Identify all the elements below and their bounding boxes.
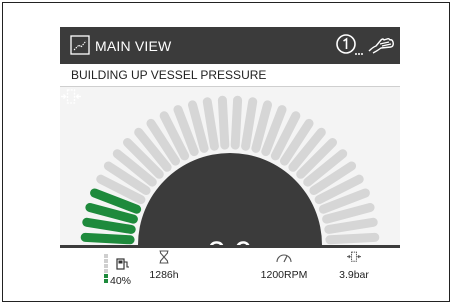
- fuel-level-bar: [104, 254, 108, 258]
- pressure-value: 3.9bar: [339, 269, 369, 281]
- fuel-readout: 40%: [104, 254, 144, 290]
- hourglass-icon: [159, 250, 169, 264]
- gauge-segment: [230, 95, 243, 150]
- speedometer-icon: [276, 254, 292, 263]
- gauge-graphic: [80, 95, 380, 245]
- fuel-pump-icon: [116, 258, 129, 270]
- status-message: BUILDING UP VESSEL PRESSURE: [71, 68, 267, 82]
- fuel-level-bar: [104, 259, 108, 263]
- fuel-level-bar: [104, 264, 108, 268]
- fuel-level-bar: [104, 279, 108, 283]
- figure-frame: MAIN VIEW BUILDING UP VESSEL PRESSURE 3.…: [2, 2, 450, 302]
- title-bar: MAIN VIEW: [60, 27, 400, 64]
- page-title: MAIN VIEW: [95, 38, 172, 54]
- main-view-screen: MAIN VIEW BUILDING UP VESSEL PRESSURE 3.…: [60, 27, 400, 294]
- gauge-segment: [217, 95, 230, 150]
- gauge-segment: [241, 97, 258, 151]
- pressure-readout: 3.9bar: [334, 250, 374, 281]
- gauge-segment-active: [82, 217, 136, 234]
- info-one-icon[interactable]: [335, 32, 363, 58]
- fuel-level-bar: [104, 269, 108, 273]
- rpm-value: 1200RPM: [260, 269, 308, 281]
- hand-icon[interactable]: [367, 34, 395, 56]
- readouts-bar: 40% 1286h 1200RPM 3.9bar: [60, 248, 400, 294]
- fuel-level-bars: [104, 254, 109, 283]
- hours-value: 1286h: [149, 269, 179, 281]
- status-bar: BUILDING UP VESSEL PRESSURE: [60, 64, 400, 87]
- gauge-segment: [324, 217, 378, 234]
- rpm-readout: 1200RPM: [254, 250, 314, 281]
- pressure-gauge: 3.9: [60, 87, 400, 271]
- gauge-segment: [202, 97, 219, 151]
- hours-readout: 1286h: [142, 250, 186, 281]
- main-view-icon[interactable]: [70, 35, 90, 55]
- vessel-pressure-icon: [347, 251, 361, 262]
- vessel-pressure-icon: [61, 89, 81, 104]
- fuel-level-bar: [104, 274, 108, 278]
- fuel-value: 40%: [110, 275, 132, 287]
